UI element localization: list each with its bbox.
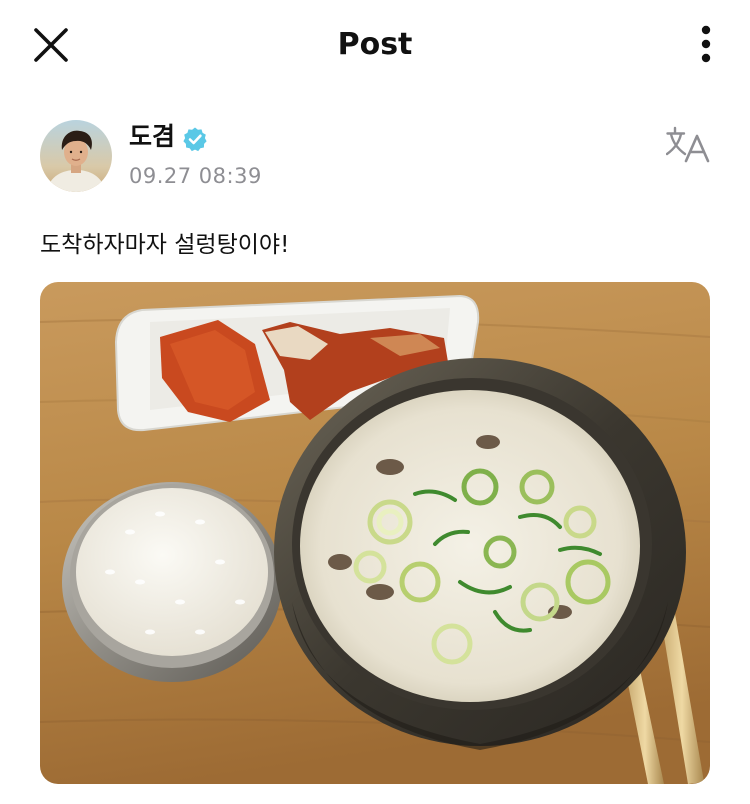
verified-badge-icon (183, 127, 207, 152)
page-title: Post (337, 27, 413, 62)
more-vertical-icon (701, 25, 711, 63)
close-button[interactable] (30, 24, 72, 66)
seolleongtang-photo-image (40, 282, 710, 784)
translate-button[interactable] (665, 125, 712, 165)
post-text: 도착하자마자 설렁탕이야! (40, 232, 290, 258)
post-photo[interactable] (40, 282, 710, 784)
top-bar: Post (0, 0, 750, 92)
close-icon (34, 28, 68, 62)
user-avatar-image (40, 120, 112, 192)
author-name[interactable]: 도겸 (129, 120, 175, 154)
translate-icon (665, 126, 710, 163)
avatar[interactable] (40, 120, 112, 192)
more-options-button[interactable] (690, 20, 722, 68)
post-author: 도겸 09.27 08:39 (40, 120, 720, 192)
post-timestamp: 09.27 08:39 (129, 164, 262, 188)
